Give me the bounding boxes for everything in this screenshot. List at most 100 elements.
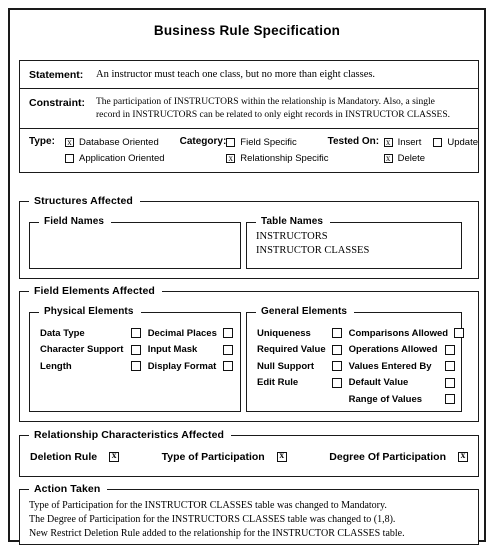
element-label: Range of Values (348, 393, 423, 405)
element-row-values-entered-by[interactable]: Values Entered By (349, 358, 462, 375)
physical-elements-column-2: Decimal Places Input Mask Display Format (148, 325, 240, 375)
checkbox-edit-rule[interactable] (331, 377, 342, 388)
type-option-application-oriented[interactable]: Application Oriented (65, 151, 165, 166)
checkbox-insert[interactable] (383, 136, 393, 148)
category-group: Category: Field Specific Relationship Sp… (179, 135, 329, 166)
type-label: Type: (29, 136, 55, 147)
element-label: Input Mask (147, 344, 198, 356)
physical-elements-grid: Data Type Character Support Length Decim… (30, 313, 240, 375)
type-options: Database Oriented Application Oriented (65, 135, 165, 166)
element-row-uniqueness[interactable]: Uniqueness (257, 325, 349, 342)
element-row-data-type[interactable]: Data Type (40, 325, 148, 342)
element-row-character-support[interactable]: Character Support (40, 342, 148, 359)
checkbox-input-mask[interactable] (223, 344, 233, 355)
checkbox-delete[interactable] (383, 152, 393, 164)
field-names-group: Field Names (29, 216, 241, 269)
action-taken-legend: Action Taken (29, 483, 108, 495)
table-names-list: INSTRUCTORS INSTRUCTOR CLASSES (247, 223, 461, 257)
element-row-null-support[interactable]: Null Support (257, 358, 349, 375)
field-names-legend: Field Names (39, 216, 112, 227)
classification-row: Type: Database Oriented Application Orie… (20, 128, 478, 172)
field-elements-affected-legend: Field Elements Affected (29, 285, 162, 297)
relationship-item-label: Deletion Rule (30, 451, 98, 463)
element-label: Comparisons Allowed (348, 327, 449, 339)
relationship-item-deletion-rule[interactable]: Deletion Rule (30, 450, 120, 463)
checkbox-data-type[interactable] (130, 328, 141, 339)
action-taken-line: New Restrict Deletion Rule added to the … (29, 528, 405, 539)
relationship-item-type-of-participation[interactable]: Type of Participation (161, 450, 287, 463)
tested-on-label: Tested On: (327, 136, 380, 147)
action-taken-line: The Degree of Participation for the INST… (29, 514, 396, 525)
element-label: Edit Rule (257, 377, 299, 389)
table-names-legend: Table Names (256, 216, 331, 227)
checkbox-values-entered-by[interactable] (444, 361, 455, 372)
checkbox-default-value[interactable] (444, 377, 455, 388)
checkbox-update[interactable] (433, 138, 443, 147)
checkbox-required-value[interactable] (331, 344, 342, 355)
page-title: Business Rule Specification (153, 23, 341, 38)
element-row-default-value[interactable]: Default Value (349, 375, 462, 392)
constraint-text: The participation of INSTRUCTORS within … (96, 96, 478, 121)
relationship-item-degree-of-participation[interactable]: Degree Of Participation (329, 450, 468, 463)
checkbox-degree-of-participation[interactable] (458, 450, 468, 463)
checkbox-display-format[interactable] (223, 361, 233, 372)
tested-on-group: Tested On: Insert Update Delete (328, 135, 478, 166)
action-taken-line: Type of Participation for the INSTRUCTOR… (29, 500, 387, 511)
table-name-item: INSTRUCTORS (256, 231, 328, 242)
action-taken-section: Action Taken Type of Participation for t… (19, 483, 479, 545)
checkbox-null-support[interactable] (331, 361, 342, 372)
physical-elements-group: Physical Elements Data Type Character Su… (29, 306, 241, 412)
type-option-database-oriented[interactable]: Database Oriented (65, 135, 165, 150)
constraint-row: Constraint: The participation of INSTRUC… (20, 88, 478, 128)
checkbox-application-oriented[interactable] (65, 154, 74, 163)
element-row-operations-allowed[interactable]: Operations Allowed (349, 342, 462, 359)
checkbox-comparisons-allowed[interactable] (454, 328, 465, 339)
element-row-input-mask[interactable]: Input Mask (148, 342, 240, 359)
physical-elements-legend: Physical Elements (39, 306, 141, 317)
checkbox-character-support[interactable] (130, 344, 141, 355)
element-row-required-value[interactable]: Required Value (257, 342, 349, 359)
element-row-edit-rule[interactable]: Edit Rule (257, 375, 349, 392)
type-option-label: Database Oriented (79, 137, 159, 148)
statement-row: Statement: An instructor must teach one … (20, 61, 478, 88)
element-row-decimal-places[interactable]: Decimal Places (148, 325, 240, 342)
checkbox-decimal-places[interactable] (223, 328, 233, 339)
tested-on-option-label: Insert (397, 137, 422, 148)
structures-affected-section: Structures Affected Field Names Table Na… (19, 195, 479, 279)
table-names-group: Table Names INSTRUCTORS INSTRUCTOR CLASS… (246, 216, 462, 269)
checkbox-length[interactable] (130, 361, 141, 372)
category-options: Field Specific Relationship Specific (226, 135, 328, 166)
relationship-characteristics-affected-section: Relationship Characteristics Affected De… (19, 429, 479, 477)
element-row-length[interactable]: Length (40, 358, 148, 375)
general-elements-column-2: Comparisons Allowed Operations Allowed V… (348, 325, 465, 408)
checkbox-field-specific[interactable] (226, 138, 236, 147)
field-elements-affected-section: Field Elements Affected Physical Element… (19, 285, 479, 422)
element-label: Uniqueness (257, 327, 311, 339)
element-label: Default Value (348, 377, 409, 389)
category-label: Category: (179, 136, 227, 147)
checkbox-uniqueness[interactable] (331, 328, 342, 339)
tested-on-option-label: Delete (397, 153, 426, 164)
element-row-range-of-values[interactable]: Range of Values (349, 391, 462, 408)
relationship-item-label: Degree Of Participation (329, 451, 446, 463)
category-option-relationship-specific[interactable]: Relationship Specific (226, 151, 328, 166)
checkbox-range-of-values[interactable] (444, 394, 455, 405)
relationship-item-label: Type of Participation (161, 451, 265, 463)
checkbox-relationship-specific[interactable] (226, 152, 236, 164)
checkbox-operations-allowed[interactable] (444, 344, 455, 355)
tested-on-option-label: Update (447, 137, 478, 148)
element-row-comparisons-allowed[interactable]: Comparisons Allowed (348, 325, 465, 342)
general-elements-group: General Elements Uniqueness Required Val… (246, 306, 465, 412)
constraint-text-line-1: The participation of INSTRUCTORS within … (96, 97, 435, 107)
checkbox-database-oriented[interactable] (65, 136, 74, 148)
element-label: Required Value (257, 344, 326, 356)
category-option-label: Relationship Specific (240, 153, 329, 164)
element-row-display-format[interactable]: Display Format (148, 358, 240, 375)
relationship-characteristics-legend: Relationship Characteristics Affected (29, 429, 232, 441)
general-elements-grid: Uniqueness Required Value Null Support E… (247, 313, 465, 408)
category-option-field-specific[interactable]: Field Specific (226, 135, 328, 150)
constraint-text-line-2: record in INSTRUCTORS can be related to … (96, 109, 451, 120)
type-option-label: Application Oriented (79, 153, 165, 164)
checkbox-type-of-participation[interactable] (276, 450, 287, 463)
checkbox-deletion-rule[interactable] (109, 450, 120, 463)
